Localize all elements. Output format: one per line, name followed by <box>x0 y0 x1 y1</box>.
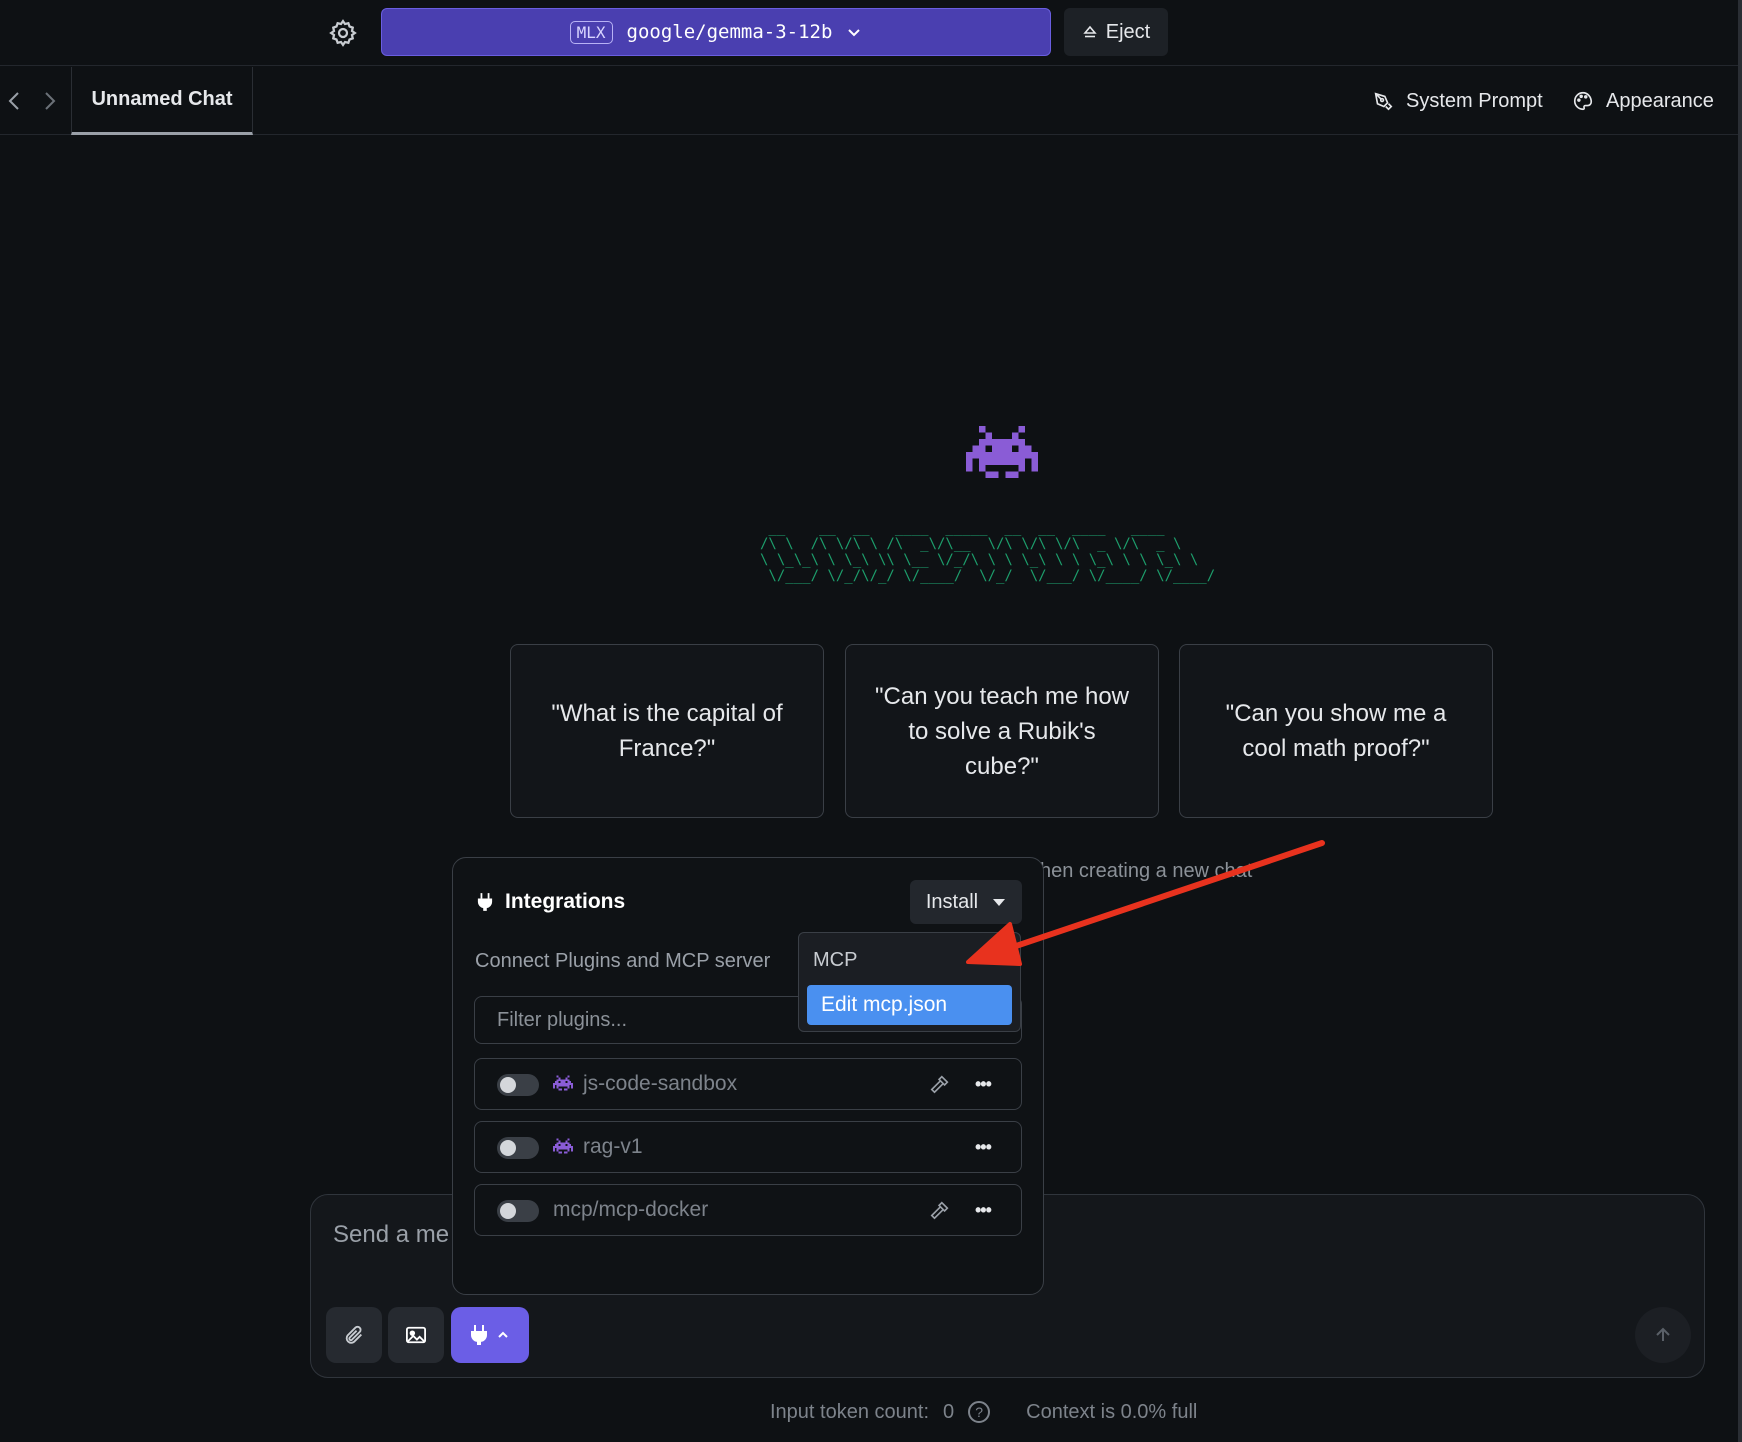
gear-icon[interactable] <box>328 18 358 48</box>
integrations-title: Integrations <box>505 890 626 913</box>
plugin-row[interactable]: rag-v1 ••• <box>474 1121 1022 1173</box>
attach-image-button[interactable] <box>388 1307 444 1363</box>
hammer-icon[interactable] <box>929 1073 951 1095</box>
plugin-row[interactable]: js-code-sandbox ••• <box>474 1058 1022 1110</box>
eject-icon <box>1083 25 1097 38</box>
lm-studio-ascii-logo: __ __ __ ____ _____ __ __ ____ ____ /\ \… <box>760 520 1216 584</box>
input-token-label: Input token count: <box>770 1400 930 1423</box>
arrow-up-icon <box>1656 1327 1670 1341</box>
hammer-icon[interactable] <box>929 1199 951 1221</box>
install-label: Install <box>925 890 979 913</box>
eject-button[interactable]: Eject <box>1064 8 1168 56</box>
integrations-panel: Integrations Install Connect Plugins and… <box>452 857 1044 1295</box>
model-selector-button[interactable]: MLX google/gemma-3-12b <box>381 8 1051 56</box>
plug-icon <box>477 893 493 911</box>
new-chat-hint: hen creating a new chat <box>1040 860 1253 882</box>
top-bar: MLX google/gemma-3-12b Eject <box>0 0 1742 66</box>
send-button[interactable] <box>1635 1307 1691 1363</box>
integrations-description: Connect Plugins and MCP server <box>475 950 771 972</box>
alien-icon <box>553 1075 573 1091</box>
eject-label: Eject <box>1105 20 1151 43</box>
token-stats: Input token count: 0 ? Context is 0.0% f… <box>770 1397 1197 1427</box>
alien-icon <box>966 425 1038 479</box>
help-icon[interactable]: ? <box>968 1401 991 1423</box>
message-placeholder: Send a me <box>333 1221 450 1248</box>
paperclip-icon <box>345 1325 362 1344</box>
tab-bar: Unnamed Chat System Prompt Appearance <box>0 67 1742 135</box>
chevron-down-icon <box>848 29 861 37</box>
plugin-name: mcp/mcp-docker <box>553 1198 709 1221</box>
integrations-toggle-button[interactable] <box>451 1307 529 1363</box>
alien-icon <box>553 1138 573 1154</box>
image-icon <box>406 1326 426 1344</box>
system-prompt-button[interactable]: System Prompt <box>1372 85 1543 117</box>
tab-unnamed-chat[interactable]: Unnamed Chat <box>71 67 253 135</box>
more-options-button[interactable]: ••• <box>975 1198 1001 1222</box>
input-token-value: 0 <box>943 1400 955 1423</box>
plugin-name: rag-v1 <box>583 1135 643 1158</box>
plugin-name: js-code-sandbox <box>583 1072 738 1095</box>
forward-arrow-icon[interactable] <box>38 87 62 115</box>
plugin-row[interactable]: mcp/mcp-docker ••• <box>474 1184 1022 1236</box>
attach-file-button[interactable] <box>326 1307 382 1363</box>
plug-icon <box>471 1325 487 1345</box>
caret-down-icon <box>993 899 1006 906</box>
window-edge <box>1738 0 1742 1442</box>
menu-section-header: MCP <box>813 949 858 971</box>
suggestion-card[interactable]: "Can you show me a cool math proof?" <box>1179 644 1493 818</box>
suggestion-text: "Can you show me a cool math proof?" <box>1225 700 1447 762</box>
context-usage-label: Context is 0.0% full <box>1026 1400 1198 1423</box>
plugin-toggle[interactable] <box>497 1137 539 1159</box>
back-arrow-icon[interactable] <box>2 87 26 115</box>
suggestion-card[interactable]: "Can you teach me how to solve a Rubik's… <box>845 644 1159 818</box>
plugin-toggle[interactable] <box>497 1074 539 1096</box>
more-options-button[interactable]: ••• <box>975 1072 1001 1096</box>
chevron-up-icon <box>498 1331 508 1338</box>
tab-label: Unnamed Chat <box>91 88 233 110</box>
edit-mcp-json-menu-item[interactable]: Edit mcp.json <box>807 985 1012 1025</box>
model-format-badge: MLX <box>569 20 613 44</box>
appearance-label: Appearance <box>1606 89 1714 112</box>
system-prompt-label: System Prompt <box>1406 89 1543 112</box>
plugin-toggle[interactable] <box>497 1200 539 1222</box>
install-menu: MCP Edit mcp.json <box>798 932 1021 1032</box>
install-dropdown-button[interactable]: Install <box>910 880 1022 924</box>
model-name: google/gemma-3-12b <box>626 21 833 43</box>
palette-icon <box>1574 91 1593 111</box>
pen-icon <box>1374 92 1393 111</box>
suggestion-text: "What is the capital of France?" <box>551 700 783 762</box>
suggestion-card[interactable]: "What is the capital of France?" <box>510 644 824 818</box>
appearance-button[interactable]: Appearance <box>1572 85 1714 117</box>
suggestion-text: "Can you teach me how to solve a Rubik's… <box>875 682 1129 780</box>
integrations-header: Integrations <box>477 890 625 914</box>
more-options-button[interactable]: ••• <box>975 1135 1001 1159</box>
